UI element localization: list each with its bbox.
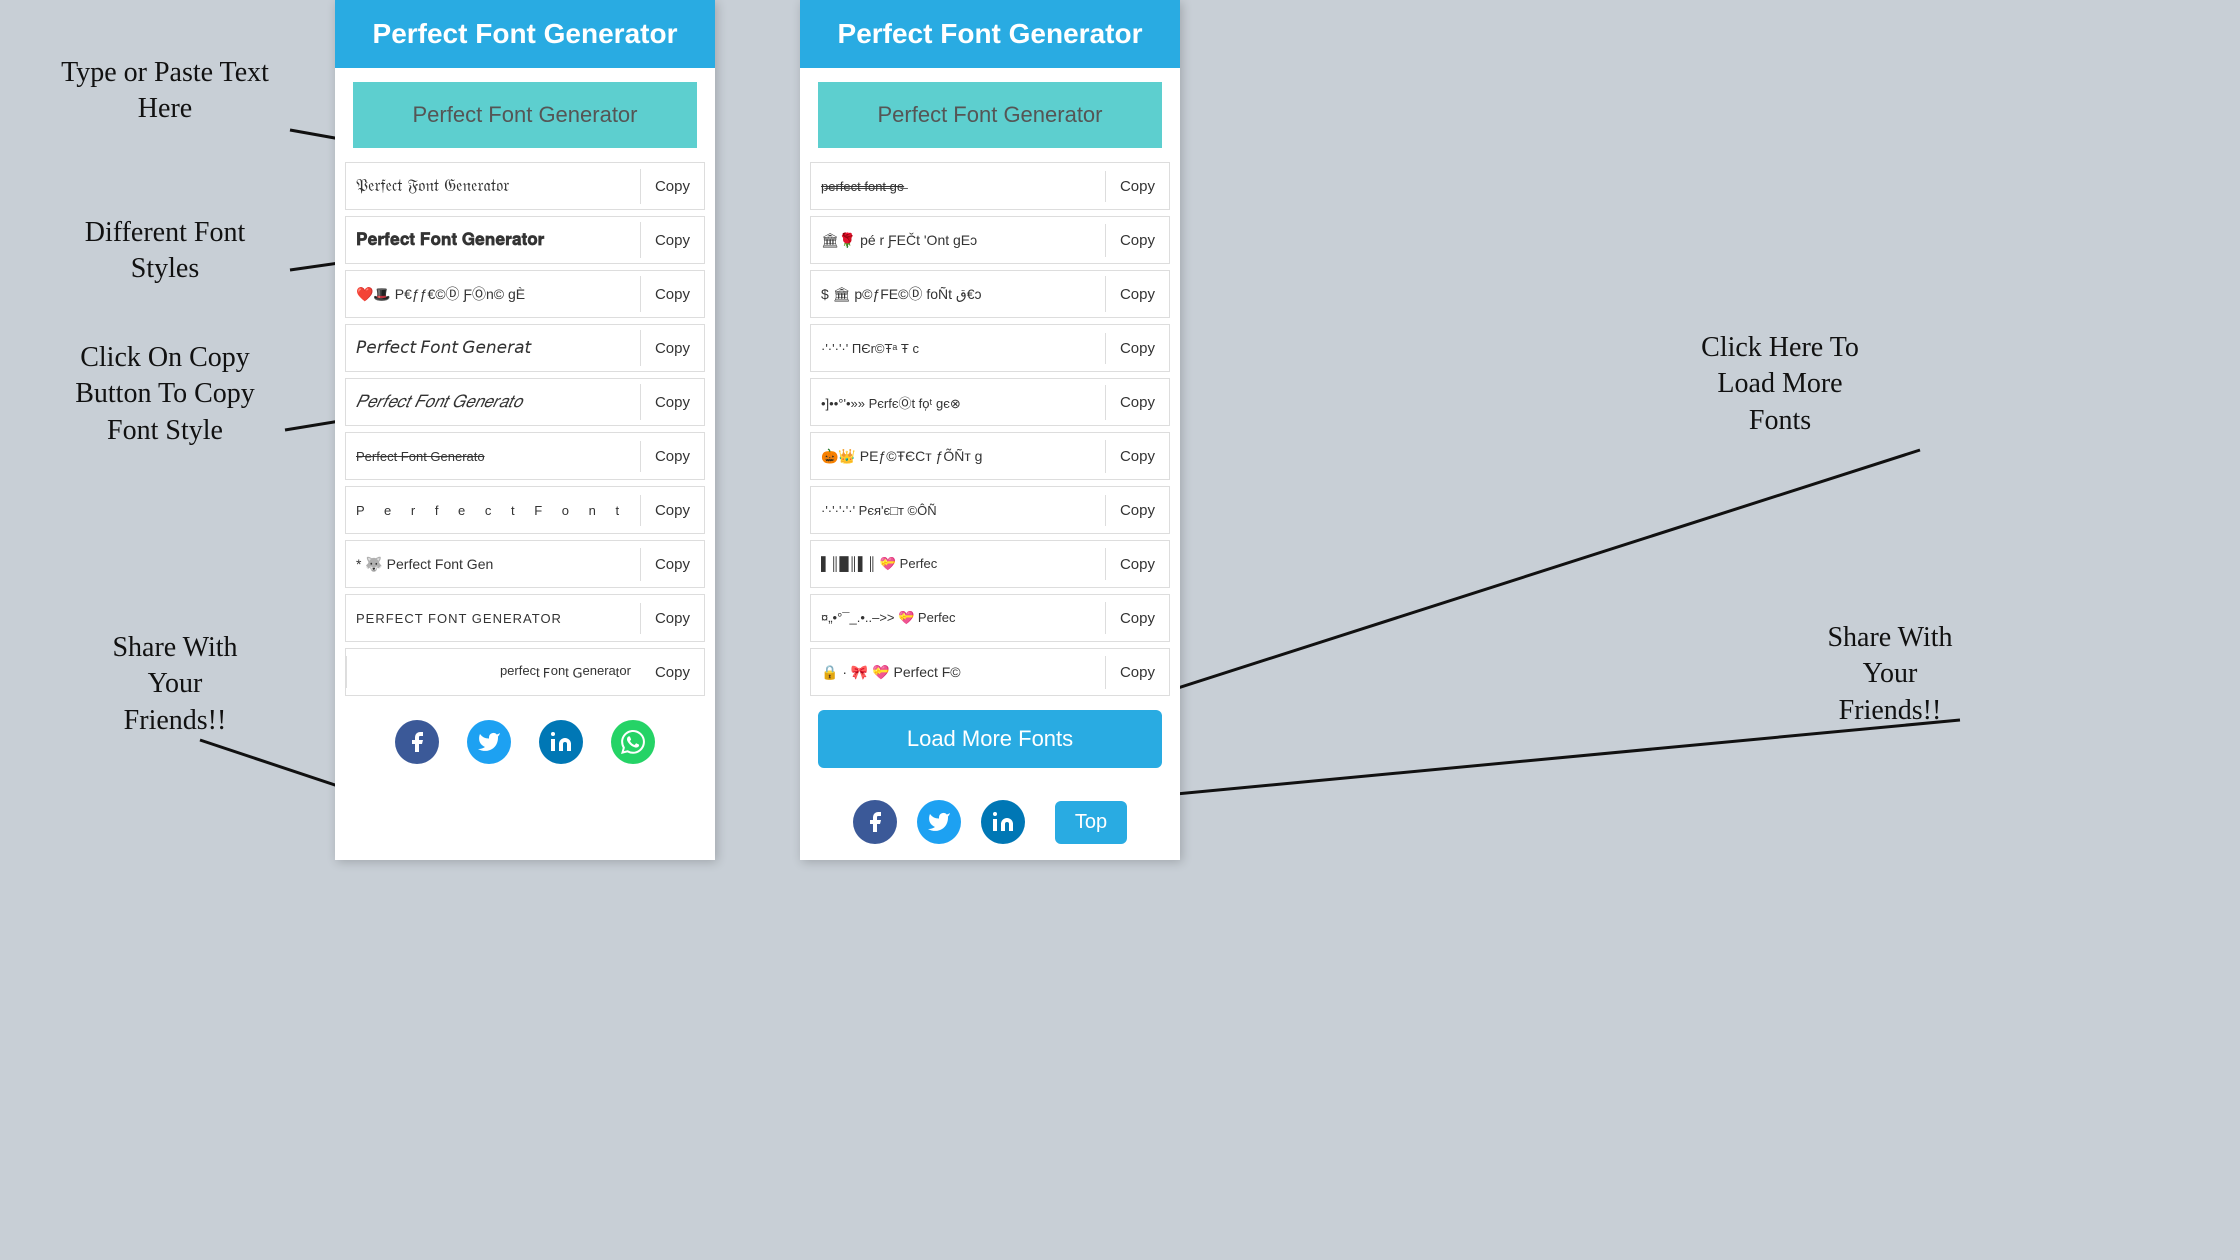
font-text: P e r f e c t F o n t [346,495,641,526]
font-text: ▌║█║▌║ 💝 Perfec [811,548,1106,580]
font-row: ▌║█║▌║ 💝 Perfec Copy [810,540,1170,588]
font-text: p̶e̶r̶f̶e̶c̶t̶ ̶f̶o̶n̶t̶ ̶ge̶ [811,171,1106,202]
font-text: 𝑃𝑒𝑟𝑓𝑒𝑐𝑡 𝐹𝑜𝑛𝑡 𝐺𝑒𝑛𝑒𝑟𝑎𝑡𝑜 [346,384,641,420]
annotation-type-paste: Type or Paste Text Here [40,55,290,128]
font-row: 𝔓𝔢𝔯𝔣𝔢𝔠𝔱 𝔉𝔬𝔫𝔱 𝔊𝔢𝔫𝔢𝔯𝔞𝔱𝔬𝔯 Copy [345,162,705,210]
left-social-row [335,702,715,778]
right-font-list: p̶e̶r̶f̶e̶c̶t̶ ̶f̶o̶n̶t̶ ̶ge̶ Copy 🏛🌹 pé… [800,162,1180,696]
twitter-icon[interactable] [467,720,511,764]
annotation-different-fonts: Different FontStyles [30,215,300,288]
font-text: ·'·'·'·' ΠЄr©Ŧᵃ Ŧ c [811,333,1106,364]
copy-button[interactable]: Copy [1106,332,1169,365]
annotation-share-left: Share WithYourFriends!! [50,630,300,739]
text-input[interactable] [353,82,697,148]
facebook-icon[interactable] [395,720,439,764]
font-text: ɹoʇɐɹǝuǝ⅁ ʇuoℲ ʇɔǝɟɹǝd [346,656,641,688]
copy-button[interactable]: Copy [641,602,704,635]
copy-button[interactable]: Copy [641,170,704,203]
font-text: 𝔓𝔢𝔯𝔣𝔢𝔠𝔱 𝔉𝔬𝔫𝔱 𝔊𝔢𝔫𝔢𝔯𝔞𝔱𝔬𝔯 [346,169,641,204]
copy-button[interactable]: Copy [1106,440,1169,473]
copy-button[interactable]: Copy [641,656,704,689]
copy-button[interactable]: Copy [1106,278,1169,311]
copy-button[interactable]: Copy [641,278,704,311]
font-row: ɹoʇɐɹǝuǝ⅁ ʇuoℲ ʇɔǝɟɹǝd Copy [345,648,705,696]
copy-button[interactable]: Copy [1106,224,1169,257]
copy-button[interactable]: Copy [1106,656,1169,689]
font-text: 🏛🌹 pé r ƑEČt 'Ont gEↄ [811,224,1106,257]
right-phone-panel: Perfect Font Generator p̶e̶r̶f̶e̶c̶t̶ ̶f… [800,0,1180,860]
annotation-load-more: Click Here ToLoad MoreFonts [1640,330,1920,439]
font-text: ¤„•°¯_.•..–>> 💝 Perfec [811,602,1106,634]
font-row: Perfect Font Generato Copy [345,432,705,480]
right-panel-header: Perfect Font Generator [800,0,1180,68]
font-row: 🔒 · 🎀 💝 Perfect F© Copy [810,648,1170,696]
left-phone-panel: Perfect Font Generator 𝔓𝔢𝔯𝔣𝔢𝔠𝔱 𝔉𝔬𝔫𝔱 𝔊𝔢𝔫𝔢… [335,0,715,860]
font-row: 𝐏𝐞𝐫𝐟𝐞𝐜𝐭 𝐅𝐨𝐧𝐭 𝐆𝐞𝐧𝐞𝐫𝐚𝐭𝐨𝐫 Copy [345,216,705,264]
top-button[interactable]: Top [1055,801,1127,844]
right-social-row: Top [800,782,1180,858]
copy-button[interactable]: Copy [641,386,704,419]
font-text: ·'·'·'·'·' Pєя'є□т ©ÔÑ [811,495,1106,526]
font-row: •]••°'•»» PєrfєⓄt fo᷊ᵗ gє⊗ Copy [810,378,1170,426]
font-row: P e r f e c t F o n t Copy [345,486,705,534]
linkedin-icon-right[interactable] [981,800,1025,844]
font-text: Perfect Font Generato [346,441,641,472]
linkedin-icon[interactable] [539,720,583,764]
load-more-button[interactable]: Load More Fonts [818,710,1162,768]
copy-button[interactable]: Copy [641,548,704,581]
font-text: $ 🏛 p©ƒFE©Ⓓ foÑt ق€ɔ [811,276,1106,312]
copy-button[interactable]: Copy [641,494,704,527]
font-row: ¤„•°¯_.•..–>> 💝 Perfec Copy [810,594,1170,642]
font-text: * 🐺 Perfect Font Gen [346,548,641,581]
right-text-input[interactable] [818,82,1162,148]
font-text: PERFECT FONT GENERATOR [346,603,641,634]
font-row: * 🐺 Perfect Font Gen Copy [345,540,705,588]
font-row: 𝘗𝘦𝘳𝘧𝘦𝘤𝘵 𝘍𝘰𝘯𝘵 𝘎𝘦𝘯𝘦𝘳𝘢𝘵 Copy [345,324,705,372]
font-text: 🎃👑 ΡEƒ©ŦЄCᴛ ƒÕÑᴛ g [811,440,1106,473]
font-row: PERFECT FONT GENERATOR Copy [345,594,705,642]
copy-button[interactable]: Copy [1106,602,1169,635]
left-panel-header: Perfect Font Generator [335,0,715,68]
copy-button[interactable]: Copy [641,440,704,473]
copy-button[interactable]: Copy [641,332,704,365]
facebook-icon-right[interactable] [853,800,897,844]
font-row: $ 🏛 p©ƒFE©Ⓓ foÑt ق€ɔ Copy [810,270,1170,318]
font-text: •]••°'•»» PєrfєⓄt fo᷊ᵗ gє⊗ [811,385,1106,420]
copy-button[interactable]: Copy [1106,548,1169,581]
annotation-click-copy: Click On CopyButton To CopyFont Style [20,340,310,449]
font-text: 🔒 · 🎀 💝 Perfect F© [811,656,1106,689]
left-font-list: 𝔓𝔢𝔯𝔣𝔢𝔠𝔱 𝔉𝔬𝔫𝔱 𝔊𝔢𝔫𝔢𝔯𝔞𝔱𝔬𝔯 Copy 𝐏𝐞𝐫𝐟𝐞𝐜𝐭 𝐅𝐨𝐧𝐭… [335,162,715,696]
copy-button[interactable]: Copy [1106,386,1169,419]
copy-button[interactable]: Copy [1106,170,1169,203]
twitter-icon-right[interactable] [917,800,961,844]
font-row: ·'·'·'·' ΠЄr©Ŧᵃ Ŧ c Copy [810,324,1170,372]
font-row: 𝑃𝑒𝑟𝑓𝑒𝑐𝑡 𝐹𝑜𝑛𝑡 𝐺𝑒𝑛𝑒𝑟𝑎𝑡𝑜 Copy [345,378,705,426]
font-text: 𝘗𝘦𝘳𝘧𝘦𝘤𝘵 𝘍𝘰𝘯𝘵 𝘎𝘦𝘯𝘦𝘳𝘢𝘵 [346,330,641,366]
font-row: p̶e̶r̶f̶e̶c̶t̶ ̶f̶o̶n̶t̶ ̶ge̶ Copy [810,162,1170,210]
copy-button[interactable]: Copy [1106,494,1169,527]
annotation-share-right: Share WithYourFriends!! [1760,620,2020,729]
font-row: ·'·'·'·'·' Pєя'є□т ©ÔÑ Copy [810,486,1170,534]
font-row: 🎃👑 ΡEƒ©ŦЄCᴛ ƒÕÑᴛ g Copy [810,432,1170,480]
font-text: ❤️🎩 P€ƒƒ€©Ⓓ ƑⓄn© gÈ [346,276,641,312]
copy-button[interactable]: Copy [641,224,704,257]
font-row: ❤️🎩 P€ƒƒ€©Ⓓ ƑⓄn© gÈ Copy [345,270,705,318]
whatsapp-icon[interactable] [611,720,655,764]
font-text: 𝐏𝐞𝐫𝐟𝐞𝐜𝐭 𝐅𝐨𝐧𝐭 𝐆𝐞𝐧𝐞𝐫𝐚𝐭𝐨𝐫 [346,222,641,258]
font-row: 🏛🌹 pé r ƑEČt 'Ont gEↄ Copy [810,216,1170,264]
